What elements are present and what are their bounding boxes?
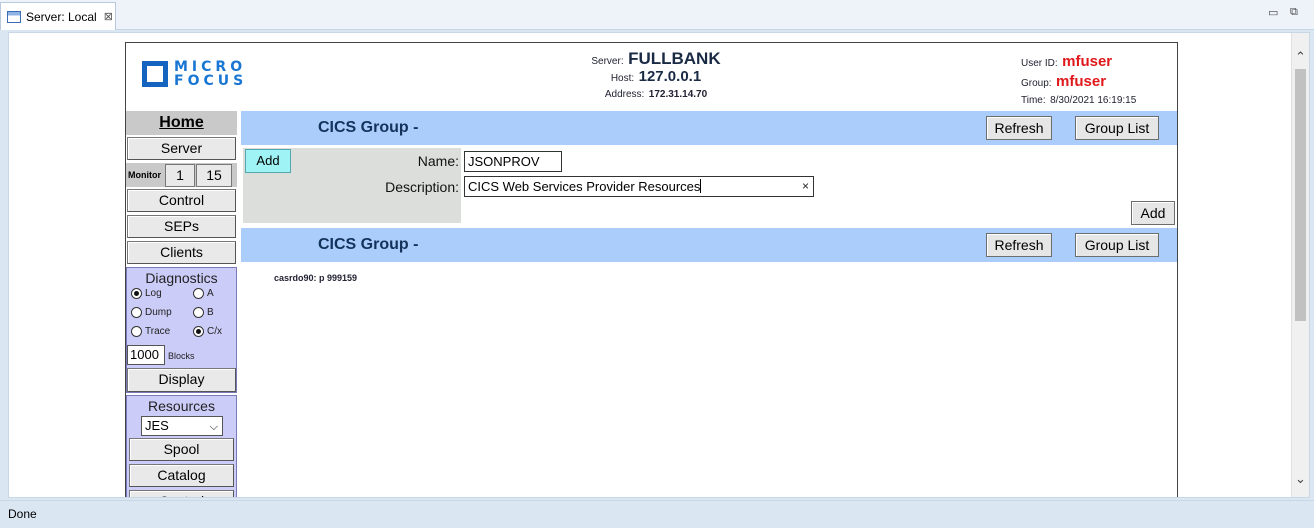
radio-log-indicator <box>131 288 142 299</box>
description-input-value: CICS Web Services Provider Resources <box>468 179 701 194</box>
control-button[interactable]: Control <box>127 189 236 212</box>
refresh-button[interactable]: Refresh <box>986 116 1052 140</box>
resources-select[interactable]: JES ⌵ <box>141 416 223 436</box>
group-label: Group: <box>1021 78 1052 89</box>
esmac-page: MICRO FOCUS Server: FULLBANK Host: 127.0… <box>125 42 1178 497</box>
view-tab-bar: Server: Local ⊠ ▭ ⧉ <box>0 0 1314 30</box>
server-name: FULLBANK <box>628 49 721 68</box>
radio-a-label: A <box>207 288 214 299</box>
radio-b-indicator <box>193 307 204 318</box>
chevron-down-icon: ⌵ <box>209 421 218 433</box>
server-view-icon <box>7 10 21 23</box>
diagnostics-title: Diagnostics <box>145 270 218 286</box>
tab-title: Server: Local <box>26 9 97 24</box>
radio-b-label: B <box>207 307 214 318</box>
radio-cx-label: C/x <box>207 326 222 337</box>
minimize-icon[interactable]: ▭ <box>1268 6 1278 19</box>
group-value: mfuser <box>1056 73 1107 90</box>
vertical-scrollbar[interactable]: ⌃ ⌄ <box>1291 33 1309 497</box>
radio-log-label: Log <box>145 288 162 299</box>
monitor-label: Monitor <box>128 170 161 180</box>
radio-dump[interactable]: Dump <box>131 307 172 318</box>
close-tab-icon[interactable]: ⊠ <box>104 10 113 23</box>
scroll-down-icon[interactable]: ⌄ <box>1295 471 1306 487</box>
display-button[interactable]: Display <box>127 368 236 392</box>
cics-group-header: CICS Group - Refresh Group List <box>241 111 1177 145</box>
catalog-button[interactable]: Catalog <box>129 464 234 487</box>
name-label: Name: <box>417 153 459 169</box>
server-info: Server: FULLBANK Host: 127.0.0.1 Address… <box>566 49 746 102</box>
scrollbar-thumb[interactable] <box>1295 69 1306 321</box>
logo-text-line1: MICRO <box>174 59 247 75</box>
add-button-top[interactable]: Add <box>245 149 291 173</box>
time-value: 8/30/2021 16:19:15 <box>1050 95 1137 106</box>
server-button[interactable]: Server <box>127 137 236 160</box>
resources-select-value: JES <box>145 418 169 433</box>
seps-button[interactable]: SEPs <box>127 215 236 238</box>
cics-group-title-2: CICS Group - <box>318 236 419 253</box>
text-caret <box>700 179 702 193</box>
refresh-button-2[interactable]: Refresh <box>986 233 1052 257</box>
info-message: casrdo90: p 999159 <box>274 273 358 283</box>
logo-text-line2: FOCUS <box>174 73 248 89</box>
address-value: 172.31.14.70 <box>648 89 708 100</box>
spool-button[interactable]: Spool <box>129 438 234 461</box>
status-bar: Done <box>0 500 1314 528</box>
resources-title: Resources <box>148 398 215 414</box>
blocks-input[interactable]: 1000 <box>127 345 165 365</box>
address-label: Address: <box>604 89 645 100</box>
clear-input-icon[interactable]: × <box>802 177 809 196</box>
radio-cx[interactable]: C/x <box>193 326 222 337</box>
browser-view: ⌃ ⌄ MICRO FOCUS Server: FULLBANK Host: 1… <box>8 32 1310 498</box>
monitor-15-button[interactable]: 15 <box>196 164 232 187</box>
tab-server-local[interactable]: Server: Local ⊠ <box>0 2 116 30</box>
userid-value: mfuser <box>1062 53 1113 70</box>
status-text: Done <box>8 507 37 521</box>
time-label: Time: <box>1021 95 1046 106</box>
radio-cx-indicator <box>193 326 204 337</box>
description-input[interactable]: CICS Web Services Provider Resources × <box>464 176 814 197</box>
server-label: Server: <box>591 56 624 67</box>
resources-control-button[interactable]: Control <box>129 490 234 497</box>
radio-b[interactable]: B <box>193 307 214 318</box>
monitor-row: Monitor 1 15 <box>126 163 237 187</box>
left-nav: Home Server Monitor 1 15 Control SEPs Cl… <box>126 111 237 497</box>
radio-trace[interactable]: Trace <box>131 326 170 337</box>
scroll-up-icon[interactable]: ⌃ <box>1295 49 1306 65</box>
home-link[interactable]: Home <box>126 111 237 135</box>
radio-dump-label: Dump <box>145 307 172 318</box>
cics-group-title: CICS Group - <box>318 119 419 136</box>
userid-label: User ID: <box>1021 58 1058 69</box>
user-info: User ID: mfuser Group: mfuser Time: 8/30… <box>1021 53 1136 110</box>
radio-dump-indicator <box>131 307 142 318</box>
name-input[interactable]: JSONPROV <box>464 151 562 172</box>
group-list-button-2[interactable]: Group List <box>1075 233 1159 257</box>
restore-icon[interactable]: ⧉ <box>1290 6 1298 19</box>
description-label: Description: <box>385 179 459 195</box>
add-button-bottom[interactable]: Add <box>1131 201 1175 225</box>
group-list-button[interactable]: Group List <box>1075 116 1159 140</box>
radio-a-indicator <box>193 288 204 299</box>
radio-trace-indicator <box>131 326 142 337</box>
radio-a[interactable]: A <box>193 288 214 299</box>
logo-mark-icon <box>142 61 168 87</box>
radio-log[interactable]: Log <box>131 288 162 299</box>
radio-trace-label: Trace <box>145 326 171 337</box>
cics-group-header-2: CICS Group - Refresh Group List <box>241 228 1177 262</box>
micro-focus-logo: MICRO FOCUS <box>142 60 247 88</box>
host-label: Host: <box>610 73 635 84</box>
clients-button[interactable]: Clients <box>127 241 236 264</box>
blocks-label: Blocks <box>168 351 195 361</box>
monitor-1-button[interactable]: 1 <box>165 164 195 187</box>
host-value: 127.0.0.1 <box>638 68 702 85</box>
